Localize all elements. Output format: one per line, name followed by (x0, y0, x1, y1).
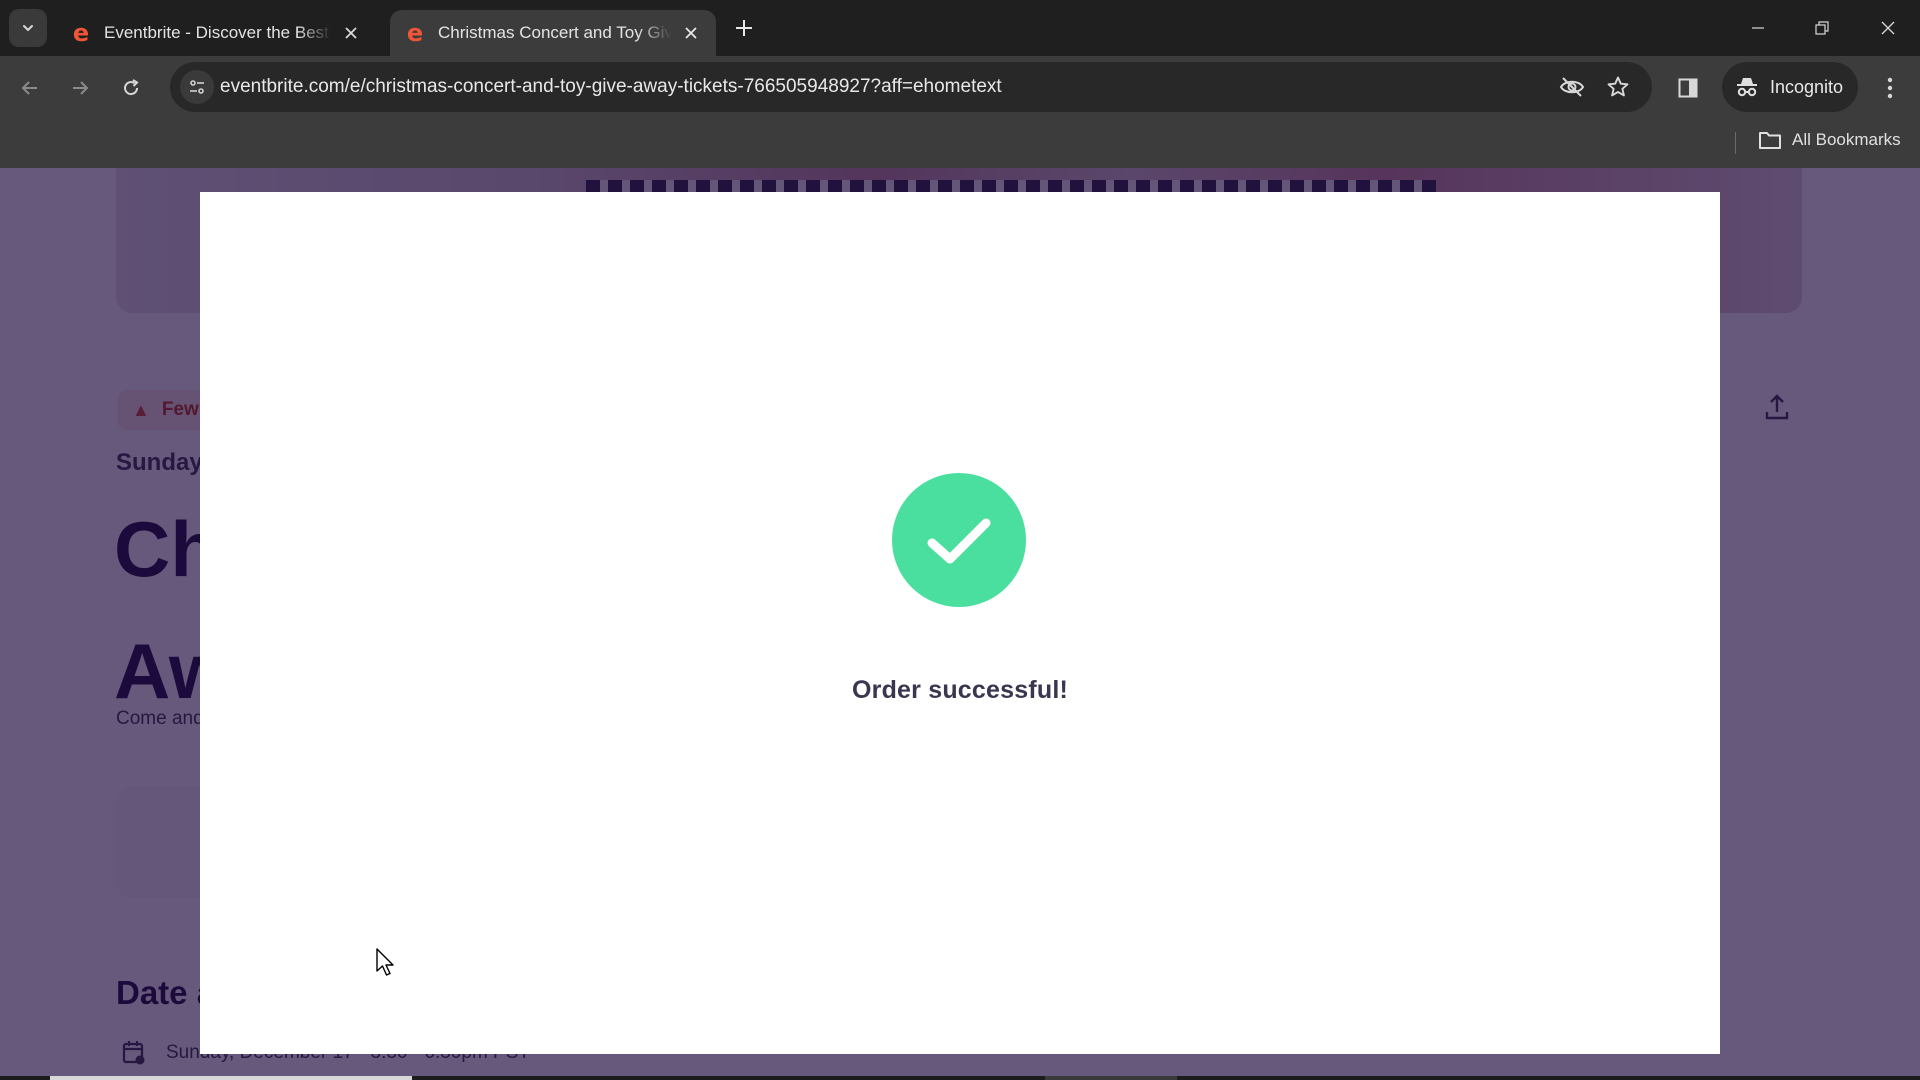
new-tab-button[interactable] (730, 14, 758, 42)
all-bookmarks-button[interactable]: All Bookmarks (1758, 120, 1901, 160)
chevron-down-icon (23, 25, 33, 32)
forward-button[interactable] (62, 70, 98, 106)
arrow-left-icon (21, 81, 37, 95)
tab-close-button[interactable] (680, 22, 702, 44)
tune-icon (190, 80, 204, 94)
checkmark-icon (927, 518, 991, 564)
tab-title: Eventbrite - Discover the Best L (104, 23, 332, 42)
minimize-icon (1752, 27, 1764, 29)
window-close-button[interactable] (1856, 0, 1920, 56)
browser-toolbar: eventbrite.com/e/christmas-concert-and-t… (0, 56, 1920, 120)
kebab-menu-icon (1887, 77, 1893, 99)
horizontal-scrollbar-thumb[interactable] (50, 1076, 412, 1080)
arrow-right-icon (73, 81, 89, 95)
minimize-button[interactable] (1726, 0, 1790, 56)
back-button[interactable] (12, 70, 48, 106)
taskbar-segment (1045, 1076, 1177, 1080)
tracking-protection-button[interactable] (1556, 71, 1588, 103)
side-panel-button[interactable] (1672, 72, 1704, 104)
incognito-profile-button[interactable]: Incognito (1722, 62, 1858, 112)
address-bar[interactable]: eventbrite.com/e/christmas-concert-and-t… (170, 62, 1652, 112)
tab-title: Christmas Concert and Toy Give (438, 23, 672, 42)
browser-menu-button[interactable] (1874, 70, 1906, 106)
mouse-cursor-icon (376, 948, 394, 976)
window-bottom-edge (0, 1076, 1920, 1080)
bookmarks-divider (1735, 132, 1736, 154)
reload-icon (124, 79, 139, 96)
incognito-icon (1737, 78, 1757, 97)
tab-close-button[interactable] (340, 22, 362, 44)
plus-icon (736, 20, 752, 36)
restore-button[interactable] (1790, 0, 1854, 56)
order-confirmation-modal: Order successful! (200, 192, 1720, 1054)
side-panel-icon (1678, 78, 1698, 98)
tab-search-button[interactable] (9, 9, 47, 47)
tab-christmas-concert[interactable]: e Christmas Concert and Toy Give (390, 10, 716, 56)
eventbrite-favicon-icon: e (72, 19, 90, 47)
site-info-button[interactable] (180, 70, 214, 104)
folder-icon (1759, 132, 1781, 149)
restore-icon (1815, 21, 1829, 35)
eventbrite-favicon-icon: e (406, 19, 424, 47)
url-text[interactable]: eventbrite.com/e/christmas-concert-and-t… (220, 62, 1002, 112)
check-circle-icon (892, 473, 1026, 607)
bookmarks-bar: All Bookmarks (0, 120, 1920, 168)
all-bookmarks-label: All Bookmarks (1792, 130, 1901, 149)
eye-off-icon (1559, 77, 1585, 97)
close-icon (1881, 21, 1895, 35)
order-success-message: Order successful! (852, 676, 1068, 704)
bookmark-star-button[interactable] (1602, 71, 1634, 103)
star-icon (1607, 76, 1629, 97)
close-icon (345, 27, 357, 39)
reload-button[interactable] (113, 70, 149, 106)
profile-label: Incognito (1770, 76, 1844, 97)
tab-strip: e Eventbrite - Discover the Best L e Chr… (0, 0, 1920, 56)
tab-eventbrite-home[interactable]: e Eventbrite - Discover the Best L (56, 10, 376, 56)
close-icon (685, 27, 697, 39)
